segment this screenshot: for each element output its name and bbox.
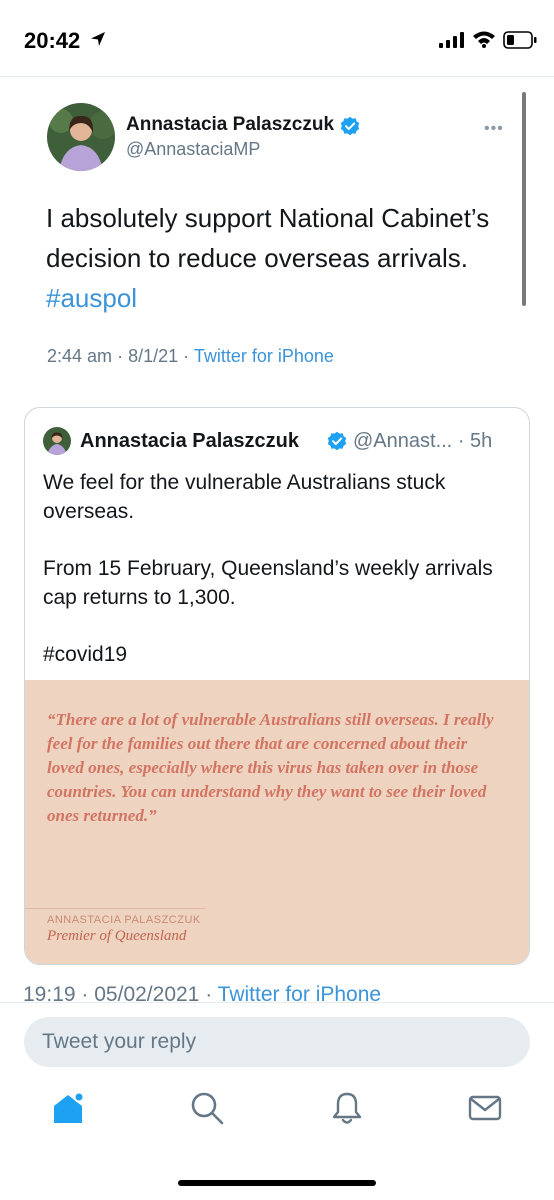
verified-badge-icon bbox=[340, 116, 360, 136]
quote-attribution-title: Premier of Queensland bbox=[47, 928, 187, 944]
quote-image-text: “There are a lot of vulnerable Australia… bbox=[47, 710, 494, 825]
status-divider bbox=[0, 76, 554, 77]
location-arrow-icon bbox=[91, 32, 105, 46]
quoted-age: 5h bbox=[470, 430, 493, 452]
quote-image-divider bbox=[25, 908, 205, 909]
quoted-author-avatar bbox=[43, 427, 71, 455]
meta-separator: · bbox=[183, 346, 190, 366]
author-name[interactable]: Annastacia Palaszczuk bbox=[126, 114, 334, 136]
quoted-author-handle: @Annast... · 5h bbox=[353, 430, 492, 453]
tweet-date: 8/1/21 bbox=[128, 346, 179, 366]
search-icon[interactable] bbox=[189, 1090, 225, 1126]
quoted-author-name: Annastacia Palaszczuk bbox=[80, 430, 299, 452]
messages-icon[interactable] bbox=[467, 1090, 503, 1126]
signal-icon bbox=[439, 32, 464, 48]
verified-badge-icon bbox=[327, 431, 347, 451]
tweet-text: I absolutely support National Cabinet’s … bbox=[46, 198, 516, 318]
tweet-source-link[interactable]: Twitter for iPhone bbox=[194, 346, 334, 366]
tweet-meta: 2:44 am · 8/1/21 · Twitter for iPhone bbox=[47, 346, 334, 367]
reply-input[interactable] bbox=[24, 1017, 530, 1067]
status-bar: 20:42 bbox=[0, 0, 554, 78]
hashtag-link[interactable]: #auspol bbox=[46, 283, 137, 313]
quoted-paragraph: We feel for the vulnerable Australians s… bbox=[43, 471, 446, 523]
author-handle[interactable]: @AnnastaciaMP bbox=[126, 139, 260, 160]
quoted-image[interactable]: “There are a lot of vulnerable Australia… bbox=[25, 680, 529, 964]
quoted-paragraph: From 15 February, Queensland’s weekly ar… bbox=[43, 557, 493, 609]
quote-attribution-name: ANNASTACIA PALASZCZUK bbox=[47, 914, 201, 926]
quoted-hashtag: #covid19 bbox=[43, 643, 128, 666]
tweet-body: I absolutely support National Cabinet’s … bbox=[46, 203, 490, 273]
quoted-tweet-card[interactable]: Annastacia Palaszczuk @Annast... · 5h We… bbox=[24, 407, 530, 965]
meta-separator: · bbox=[117, 346, 124, 366]
quoted-tweet-text: We feel for the vulnerable Australians s… bbox=[43, 468, 513, 697]
home-indicator[interactable] bbox=[178, 1180, 376, 1186]
scrollbar-thumb[interactable] bbox=[522, 92, 526, 306]
meta-separator: · bbox=[457, 430, 465, 452]
more-options-icon[interactable]: ••• bbox=[484, 120, 504, 138]
wifi-icon bbox=[473, 31, 495, 48]
status-time: 20:42 bbox=[24, 28, 81, 53]
battery-icon bbox=[503, 31, 537, 49]
tweet-time: 2:44 am bbox=[47, 346, 113, 366]
quoted-handle-text: @Annast... bbox=[353, 430, 453, 452]
home-icon[interactable] bbox=[50, 1090, 86, 1126]
notifications-icon[interactable] bbox=[329, 1090, 365, 1126]
author-avatar[interactable] bbox=[47, 103, 115, 171]
